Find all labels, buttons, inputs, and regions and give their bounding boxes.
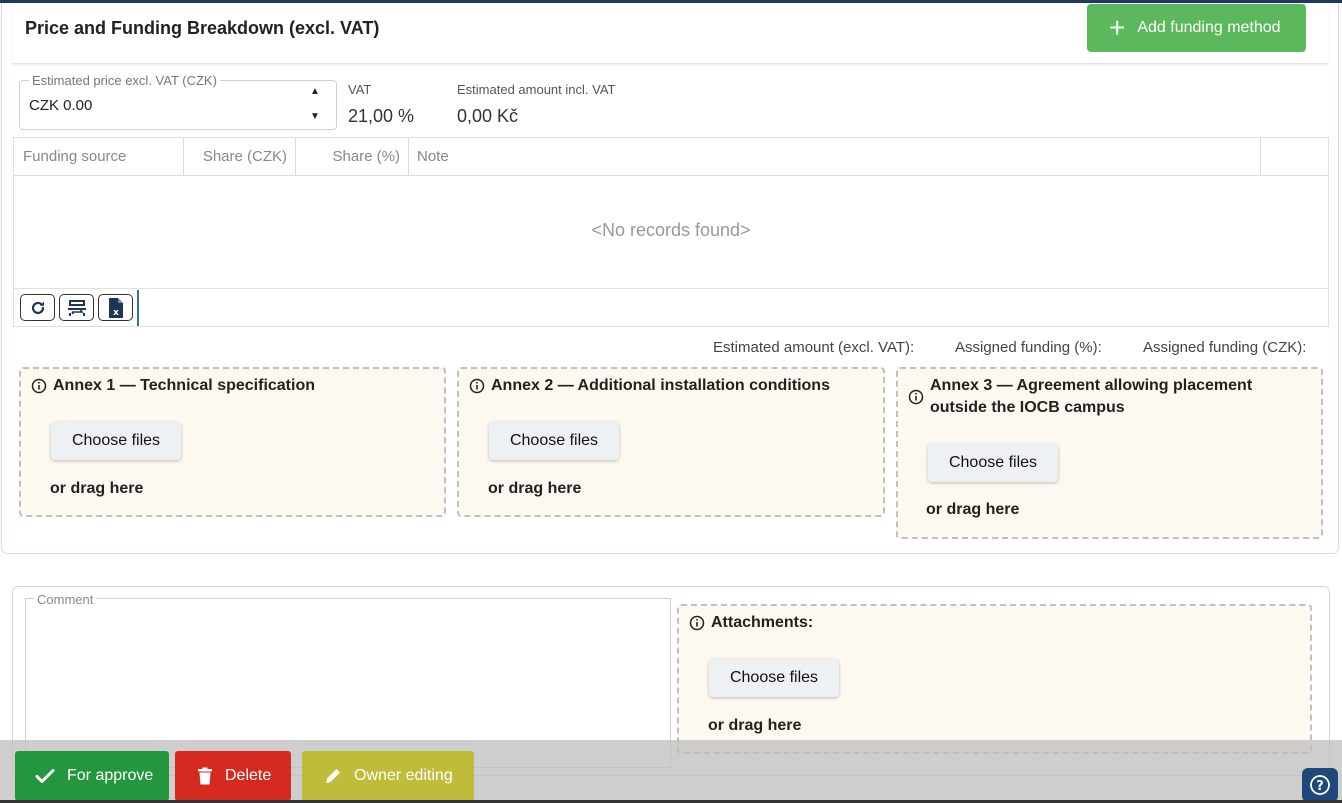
excel-export-button[interactable]: x bbox=[98, 294, 133, 321]
info-icon bbox=[31, 378, 47, 394]
estimated-price-value[interactable]: CZK 0.00 bbox=[29, 97, 92, 114]
grid-toolbar: x bbox=[14, 288, 1328, 326]
plus-icon: + bbox=[1109, 12, 1126, 43]
estimated-amount-summary-label: Estimated amount (excl. VAT): bbox=[713, 339, 915, 356]
vat-value: 21,00 % bbox=[348, 106, 415, 126]
add-funding-method-button[interactable]: + Add funding method bbox=[1087, 4, 1306, 52]
assigned-funding-czk-label: Assigned funding (CZK): bbox=[1143, 339, 1307, 356]
refresh-button[interactable] bbox=[20, 294, 55, 321]
svg-text:?: ? bbox=[1316, 779, 1324, 794]
annex-2-title-text: Annex 2 — Additional installation condit… bbox=[491, 377, 830, 394]
column-header-funding-source[interactable]: Funding source bbox=[14, 138, 184, 175]
attachments-choose-files-button[interactable]: Choose files bbox=[709, 659, 839, 697]
info-icon bbox=[689, 615, 705, 631]
attachments-dropzone[interactable]: Attachments: Choose files or drag here bbox=[677, 604, 1312, 754]
spin-up-icon[interactable]: ▲ bbox=[310, 86, 320, 97]
annex-3-choose-files-button[interactable]: Choose files bbox=[928, 444, 1058, 482]
annex-3-title-text: Annex 3 — Agreement allowing placement o… bbox=[930, 377, 1253, 416]
annex-1-title: Annex 1 — Technical specification bbox=[31, 377, 315, 395]
empty-grid-message: <No records found> bbox=[591, 220, 751, 240]
annex-1-dropzone[interactable]: Annex 1 — Technical specification Choose… bbox=[19, 367, 446, 517]
spin-down-icon[interactable]: ▼ bbox=[310, 111, 320, 122]
refresh-icon bbox=[31, 301, 44, 314]
column-header-note[interactable]: Note bbox=[409, 138, 1261, 175]
owner-editing-button[interactable]: Owner editing bbox=[302, 751, 474, 801]
help-button[interactable]: ? bbox=[1302, 768, 1338, 802]
annex-2-choose-files-button[interactable]: Choose files bbox=[489, 422, 619, 460]
check-icon bbox=[35, 769, 55, 783]
delete-label: Delete bbox=[225, 767, 272, 784]
annex-1-choose-files-button[interactable]: Choose files bbox=[51, 422, 181, 460]
comment-legend: Comment bbox=[34, 592, 97, 607]
annex-3-title: Annex 3 — Agreement allowing placement o… bbox=[908, 375, 1298, 419]
fit-columns-button[interactable] bbox=[59, 294, 94, 321]
excel-export-icon: x bbox=[108, 297, 123, 318]
toolbar-separator bbox=[137, 290, 139, 326]
attachments-title-text: Attachments: bbox=[711, 614, 814, 631]
funding-grid: Funding source Share (CZK) Share (%) Not… bbox=[13, 137, 1329, 327]
estimated-price-legend: Estimated price excl. VAT (CZK) bbox=[29, 73, 220, 88]
column-header-share-pct[interactable]: Share (%) bbox=[296, 138, 409, 175]
annex-2-dropzone[interactable]: Annex 2 — Additional installation condit… bbox=[457, 367, 885, 517]
assigned-funding-pct-label: Assigned funding (%): bbox=[955, 339, 1102, 356]
column-header-actions bbox=[1261, 138, 1328, 175]
owner-editing-label: Owner editing bbox=[354, 767, 453, 784]
for-approve-label: For approve bbox=[67, 767, 154, 784]
svg-text:x: x bbox=[113, 308, 119, 318]
attachments-title: Attachments: bbox=[689, 614, 813, 632]
delete-button[interactable]: Delete bbox=[175, 751, 291, 801]
amount-incl-vat-value: 0,00 Kč bbox=[457, 106, 519, 126]
add-funding-method-label: Add funding method bbox=[1137, 19, 1281, 36]
grid-header: Funding source Share (CZK) Share (%) Not… bbox=[14, 138, 1328, 176]
for-approve-button[interactable]: For approve bbox=[15, 751, 169, 801]
info-icon bbox=[908, 389, 924, 405]
amount-incl-vat-label: Estimated amount incl. VAT bbox=[457, 82, 616, 97]
column-header-share-czk[interactable]: Share (CZK) bbox=[184, 138, 296, 175]
attachments-drag-text: or drag here bbox=[708, 717, 802, 734]
fit-columns-icon bbox=[67, 299, 86, 316]
trash-icon bbox=[198, 767, 212, 785]
page-title: Price and Funding Breakdown (excl. VAT) bbox=[25, 18, 380, 38]
info-icon bbox=[469, 378, 485, 394]
annex-1-drag-text: or drag here bbox=[50, 480, 144, 497]
annex-1-title-text: Annex 1 — Technical specification bbox=[53, 377, 315, 394]
annex-2-drag-text: or drag here bbox=[488, 480, 582, 497]
annex-2-title: Annex 2 — Additional installation condit… bbox=[469, 377, 830, 395]
pencil-icon bbox=[326, 769, 340, 783]
annex-3-drag-text: or drag here bbox=[926, 501, 1020, 518]
vat-label: VAT bbox=[348, 82, 372, 97]
help-icon: ? bbox=[1310, 775, 1330, 795]
annex-3-dropzone[interactable]: Annex 3 — Agreement allowing placement o… bbox=[896, 367, 1323, 539]
